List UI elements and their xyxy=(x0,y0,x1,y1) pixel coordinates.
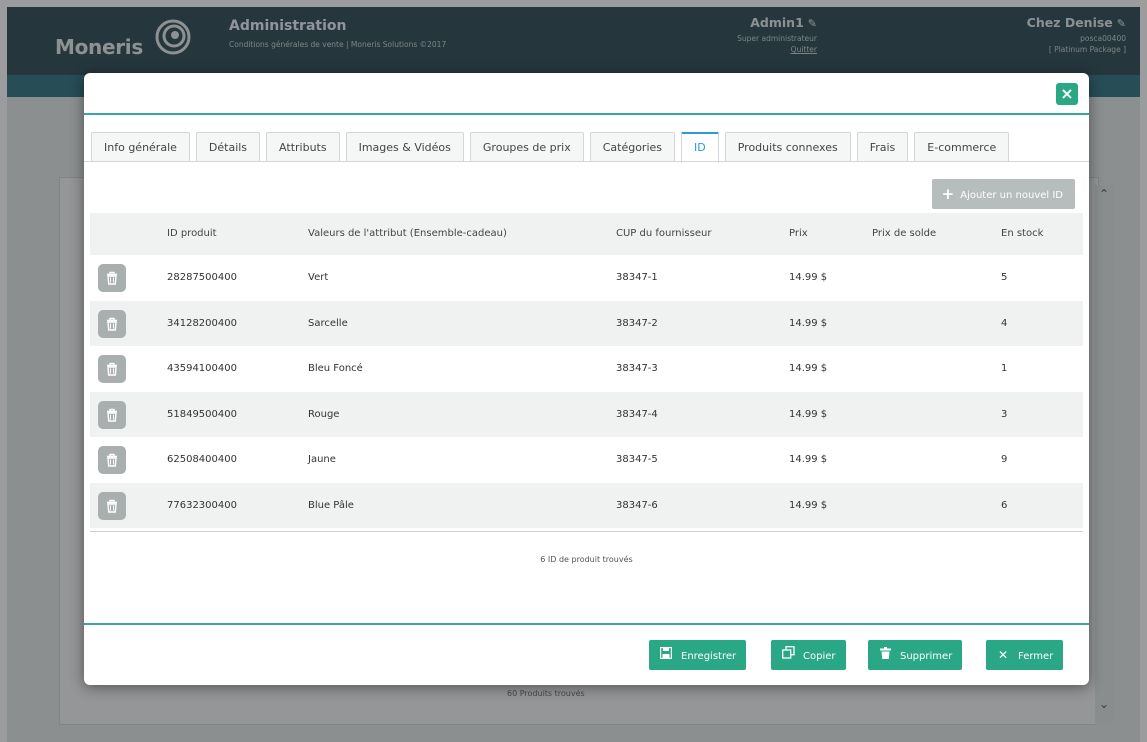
add-new-id-button[interactable]: + Ajouter un nouvel ID xyxy=(931,179,1075,209)
product-id-cell: 77632300400 xyxy=(167,499,237,511)
price-cell: 14.99 $ xyxy=(789,454,828,465)
stock-cell: 6 xyxy=(1001,499,1008,511)
product-id-cell: 62508400400 xyxy=(167,454,237,465)
save-button[interactable]: Enregistrer xyxy=(649,640,747,670)
tab-frais[interactable]: Frais xyxy=(856,132,909,162)
delete-row-button[interactable] xyxy=(98,309,126,338)
column-header-attribute[interactable]: Valeurs de l'attribut (Ensemble-cadeau) xyxy=(308,213,507,255)
table-row[interactable]: 28287500400 Vert 38347-1 14.99 $ 5 xyxy=(90,255,1083,301)
table-body: 28287500400 Vert 38347-1 14.99 $ 5 3412820040… xyxy=(90,255,1083,528)
table-row[interactable]: 51849500400 Rouge 38347-4 14.99 $ 3 xyxy=(90,391,1083,437)
attribute-value-cell: Jaune xyxy=(308,454,336,465)
trash-icon xyxy=(878,640,892,670)
attribute-value-cell: Sarcelle xyxy=(308,317,348,329)
tab-images-videos[interactable]: Images & Vidéos xyxy=(345,132,464,162)
delete-row-button[interactable] xyxy=(98,264,126,292)
tab-bar: Info générale Détails Attributs Images &… xyxy=(91,132,1015,163)
close-button[interactable]: ✕ Fermer xyxy=(986,640,1064,670)
copy-button[interactable]: Copier xyxy=(771,640,846,670)
delete-button[interactable]: Supprimer xyxy=(868,640,963,670)
table-header: ID produit Valeurs de l'attribut (Ensemb… xyxy=(90,213,1083,255)
delete-row-button[interactable] xyxy=(98,400,126,429)
stock-cell: 3 xyxy=(1001,408,1008,420)
product-id-cell: 28287500400 xyxy=(167,272,237,283)
stock-cell: 5 xyxy=(1001,272,1008,283)
column-header-cup[interactable]: CUP du fournisseur xyxy=(616,213,711,255)
stock-cell: 4 xyxy=(1001,317,1008,329)
product-id-cell: 34128200400 xyxy=(167,317,237,329)
price-cell: 14.99 $ xyxy=(789,408,828,420)
copy-label: Copier xyxy=(803,651,836,662)
tab-details[interactable]: Détails xyxy=(195,132,261,162)
attribute-value-cell: Bleu Foncé xyxy=(308,363,363,374)
product-id-table: ID produit Valeurs de l'attribut (Ensemb… xyxy=(90,213,1083,528)
tabs-divider xyxy=(84,161,1089,162)
delete-row-button[interactable] xyxy=(98,446,126,474)
close-label: Fermer xyxy=(1018,651,1054,662)
price-cell: 14.99 $ xyxy=(789,317,828,329)
tab-attributs[interactable]: Attributs xyxy=(266,132,340,162)
close-icon[interactable]: × xyxy=(1056,83,1078,105)
product-modal: × Info générale Détails Attributs Images… xyxy=(84,73,1089,685)
cup-cell: 38347-5 xyxy=(616,454,658,465)
modal-header: × xyxy=(84,73,1089,115)
found-count: 6 ID de produit trouvés xyxy=(540,555,633,564)
copy-icon xyxy=(781,640,795,670)
cup-cell: 38347-1 xyxy=(616,272,658,283)
column-header-stock[interactable]: En stock xyxy=(1001,213,1043,255)
column-header-sale-price[interactable]: Prix de solde xyxy=(872,213,936,255)
price-cell: 14.99 $ xyxy=(789,272,828,283)
tab-e-commerce[interactable]: E-commerce xyxy=(914,132,1010,162)
table-row[interactable]: 62508400400 Jaune 38347-5 14.99 $ 9 xyxy=(90,437,1083,483)
attribute-value-cell: Vert xyxy=(308,272,329,283)
tab-info-generale[interactable]: Info générale xyxy=(91,132,190,162)
price-cell: 14.99 $ xyxy=(789,363,828,374)
tab-categories[interactable]: Catégories xyxy=(589,132,676,162)
cup-cell: 38347-3 xyxy=(616,363,658,374)
cup-cell: 38347-2 xyxy=(616,317,658,329)
table-row[interactable]: 77632300400 Blue Pâle 38347-6 14.99 $ 6 xyxy=(90,482,1083,528)
add-new-id-label: Ajouter un nouvel ID xyxy=(960,190,1063,201)
product-id-cell: 51849500400 xyxy=(167,408,237,420)
delete-row-button[interactable] xyxy=(98,355,126,383)
column-header-id[interactable]: ID produit xyxy=(167,213,217,255)
stock-cell: 1 xyxy=(1001,363,1008,374)
delete-row-button[interactable] xyxy=(98,491,126,520)
footer-divider xyxy=(84,623,1089,625)
tab-groupes-de-prix[interactable]: Groupes de prix xyxy=(469,132,584,162)
tab-id[interactable]: ID xyxy=(681,132,719,163)
table-row[interactable]: 43594100400 Bleu Foncé 38347-3 14.99 $ 1 xyxy=(90,346,1083,392)
stock-cell: 9 xyxy=(1001,454,1008,465)
close-icon: ✕ xyxy=(997,648,1009,662)
delete-label: Supprimer xyxy=(900,651,953,662)
attribute-value-cell: Blue Pâle xyxy=(308,499,354,511)
cup-cell: 38347-4 xyxy=(616,408,658,420)
floppy-disk-icon xyxy=(659,640,673,670)
plus-icon: + xyxy=(941,185,955,203)
cup-cell: 38347-6 xyxy=(616,499,658,511)
table-bottom-divider xyxy=(90,531,1083,532)
save-label: Enregistrer xyxy=(681,651,737,662)
price-cell: 14.99 $ xyxy=(789,499,828,511)
tab-produits-connexes[interactable]: Produits connexes xyxy=(724,132,851,162)
attribute-value-cell: Rouge xyxy=(308,408,340,420)
column-header-price[interactable]: Prix xyxy=(789,213,808,255)
table-row[interactable]: 34128200400 Sarcelle 38347-2 14.99 $ 4 xyxy=(90,300,1083,346)
product-id-cell: 43594100400 xyxy=(167,363,237,374)
